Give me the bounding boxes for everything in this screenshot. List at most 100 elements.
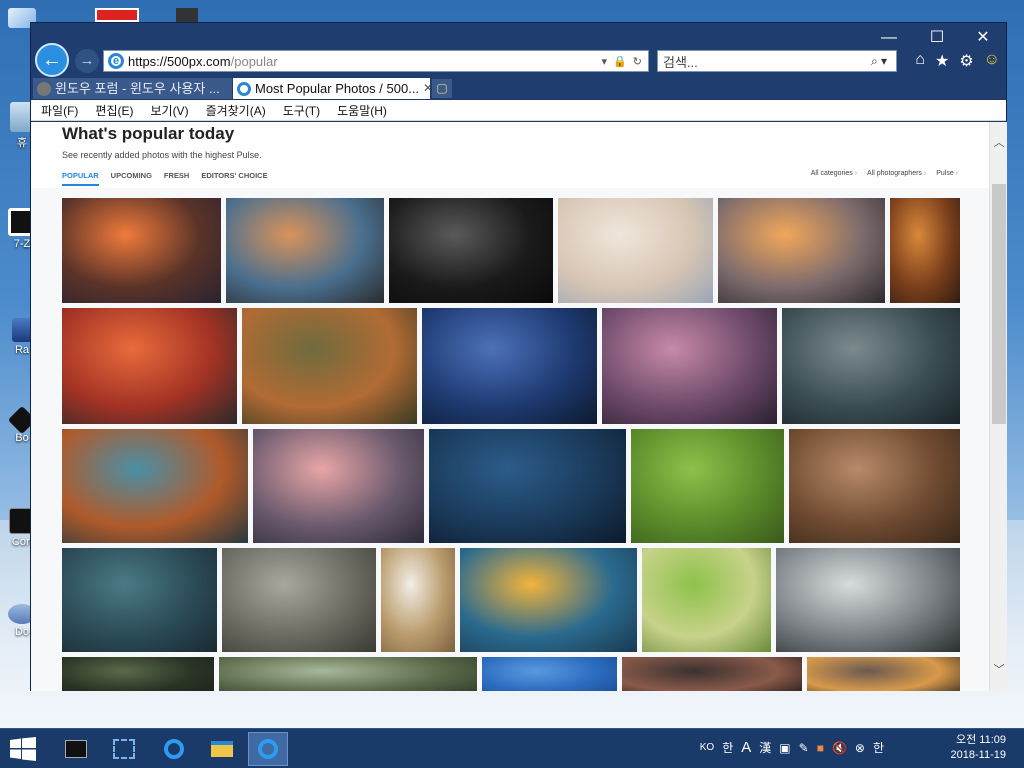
filter-sort[interactable]: Pulse (936, 170, 958, 177)
ie-icon (258, 739, 278, 759)
photo-tree-branches[interactable] (219, 657, 477, 691)
photo-woman-portrait[interactable] (622, 657, 802, 691)
menu-bar: 파일(F) 편집(E) 보기(V) 즐겨찾기(A) 도구(T) 도움말(H) (31, 100, 1006, 121)
system-tray: KO 한 A 漢 ▣ ✎ ■ 🔇 ⊗ 한 (700, 739, 884, 756)
forward-arrow-icon: → (79, 52, 95, 69)
new-tab-icon: ▢ (436, 81, 448, 95)
filter-categories[interactable]: All categories (811, 170, 857, 177)
taskbar-explorer[interactable] (202, 732, 242, 766)
photo-couple-field[interactable] (789, 429, 960, 543)
dropdown-icon[interactable]: ▾ (602, 55, 608, 68)
scroll-down-icon[interactable]: ﹀ (990, 661, 1008, 677)
desktop-app-icon[interactable] (176, 8, 198, 22)
ime-alpha[interactable]: A (741, 739, 751, 756)
gear-icon[interactable]: ⚙ (959, 51, 973, 71)
photo-owl[interactable] (222, 548, 376, 652)
menu-help[interactable]: 도움말(H) (337, 102, 387, 119)
subnav-fresh[interactable]: FRESH (164, 171, 189, 186)
photo-lake-rocks[interactable] (226, 198, 384, 303)
close-tab-icon[interactable]: ✕ (419, 78, 430, 99)
menu-view[interactable]: 보기(V) (150, 102, 188, 119)
photo-mountain-sunset[interactable] (62, 198, 221, 303)
feedback-smiley-icon[interactable]: ☺ (984, 51, 1000, 71)
tab-windows-forum[interactable]: 윈도우 포럼 - 윈도우 사용자 ... (33, 78, 233, 99)
page-content: What's popular today See recently added … (31, 122, 989, 691)
photo-woman-dress[interactable] (558, 198, 713, 303)
taskbar-ie[interactable] (154, 732, 194, 766)
home-icon[interactable]: ⌂ (915, 51, 925, 71)
search-input[interactable]: 검색... (663, 52, 862, 71)
photo-mountain-clouds[interactable] (718, 198, 885, 303)
photo-lake-reflection[interactable] (422, 308, 597, 424)
subnav-popular[interactable]: POPULAR (62, 171, 99, 186)
new-tab-button[interactable]: ▢ (432, 79, 452, 98)
address-bar[interactable]: e https://500px.com/popular ▾ 🔒 ↻ (103, 50, 649, 72)
menu-tools[interactable]: 도구(T) (283, 102, 320, 119)
photo-blue-swamp[interactable] (429, 429, 626, 543)
close-button[interactable]: ✕ (968, 27, 998, 49)
filters: All categories All photographers Pulse (811, 170, 958, 177)
menu-favorites[interactable]: 즐겨찾기(A) (206, 102, 266, 119)
subnav-upcoming[interactable]: UPCOMING (111, 171, 152, 186)
photo-pier-sunset[interactable] (253, 429, 424, 543)
filter-photographers[interactable]: All photographers (867, 170, 926, 177)
minimize-button[interactable]: — (874, 27, 904, 49)
close-circle-icon[interactable]: ⊗ (855, 741, 865, 755)
photo-cypress-pink[interactable] (602, 308, 777, 424)
forward-button[interactable]: → (75, 49, 99, 73)
windows-start-icon[interactable] (10, 737, 36, 761)
network-icon[interactable]: ▣ (779, 741, 790, 755)
address-url[interactable]: https://500px.com/popular (128, 54, 596, 69)
photo-beach-sunset[interactable] (460, 548, 637, 652)
color-app-icon[interactable]: ■ (817, 741, 824, 755)
toolbar-icons: ⌂ ★ ⚙ ☺ (915, 51, 1000, 71)
photo-woman-candles[interactable] (807, 657, 960, 691)
search-icon[interactable]: ⌕ ▾ (862, 54, 896, 69)
photo-boats-dock[interactable] (62, 429, 248, 543)
photo-tuscany[interactable] (642, 548, 771, 652)
tab-strip: 윈도우 포럼 - 윈도우 사용자 ... Most Popular Photos… (31, 78, 452, 99)
menu-file[interactable]: 파일(F) (41, 102, 78, 119)
photo-sea-cliffs[interactable] (782, 308, 960, 424)
taskbar-cmd[interactable] (56, 732, 96, 766)
ie-icon (164, 739, 184, 759)
ime-hanja[interactable]: 漢 (759, 739, 771, 756)
photo-blue-sky[interactable] (482, 657, 617, 691)
taskbar-task-view[interactable] (104, 732, 144, 766)
tray-app-icon[interactable]: ✎ (799, 741, 809, 755)
photo-lily-boat[interactable] (62, 657, 214, 691)
search-box[interactable]: 검색... ⌕ ▾ (657, 50, 897, 72)
page-subtitle: See recently added photos with the highe… (62, 150, 262, 160)
photo-squirrels[interactable] (242, 308, 417, 424)
desktop-app-icon[interactable] (95, 8, 139, 22)
ime-hangul[interactable]: 한 (722, 739, 733, 756)
photo-bw-portrait[interactable] (389, 198, 553, 303)
maximize-button[interactable]: ☐ (922, 27, 952, 49)
clock-date: 2018-11-19 (950, 749, 1006, 761)
photo-autumn-forest[interactable] (890, 198, 960, 303)
clock-time: 오전 11:09 (955, 734, 1006, 746)
lock-icon[interactable]: 🔒 (613, 55, 627, 68)
photo-cormorant[interactable] (62, 548, 217, 652)
taskbar-ie-active[interactable] (248, 732, 288, 766)
vertical-scrollbar[interactable]: ︿ ﹀ (989, 122, 1007, 691)
back-button[interactable]: ← (35, 43, 69, 77)
refresh-icon[interactable]: ↻ (633, 55, 642, 68)
photo-misty-boat[interactable] (776, 548, 960, 652)
address-tools: ▾ 🔒 ↻ (596, 55, 648, 68)
subnav: POPULAR UPCOMING FRESH EDITORS' CHOICE (62, 171, 268, 186)
scrollbar-thumb[interactable] (992, 184, 1006, 424)
menu-edit[interactable]: 편집(E) (95, 102, 133, 119)
tab-500px[interactable]: Most Popular Photos / 500... ✕ (233, 78, 430, 99)
scroll-up-icon[interactable]: ︿ (990, 134, 1008, 150)
ime-indicator[interactable]: 한 (873, 739, 884, 756)
volume-muted-icon[interactable]: 🔇 (832, 741, 847, 755)
favorites-star-icon[interactable]: ★ (935, 51, 949, 71)
browser-window: — ☐ ✕ ← → e https://500px.com/popular ▾ … (30, 22, 1007, 691)
photo-sparrow[interactable] (381, 548, 455, 652)
subnav-editors-choice[interactable]: EDITORS' CHOICE (201, 171, 267, 186)
photo-red-sky[interactable] (62, 308, 237, 424)
photo-rabbit[interactable] (631, 429, 784, 543)
clock[interactable]: 오전 11:09 2018-11-19 (951, 733, 1006, 763)
lang-indicator[interactable]: KO (700, 742, 714, 753)
